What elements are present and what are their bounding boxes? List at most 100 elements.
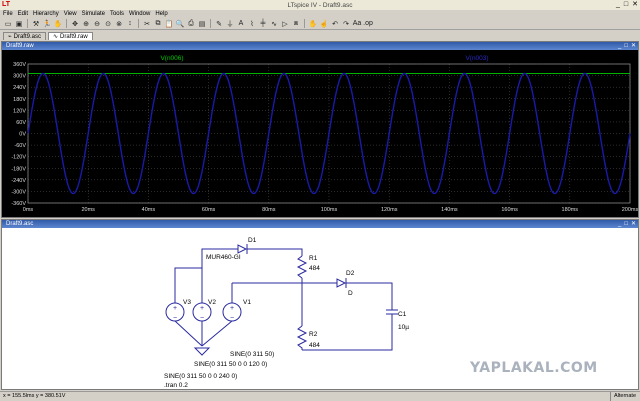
sch-close-button[interactable]: ✕ <box>631 220 636 228</box>
save-icon[interactable]: ▣ <box>14 19 24 29</box>
move-icon[interactable]: ✋ <box>308 19 318 29</box>
r1-value[interactable]: 484 <box>309 265 320 272</box>
wire[interactable] <box>201 248 238 253</box>
wire[interactable] <box>247 248 303 256</box>
window-title: LTspice IV - Draft9.asc <box>287 1 353 9</box>
spice-directive-icon[interactable]: .op <box>363 19 373 29</box>
menu-tools[interactable]: Tools <box>110 10 124 18</box>
pan-icon[interactable]: ✥ <box>70 19 80 29</box>
trace-label-v-n003[interactable]: V(n003) <box>465 55 488 62</box>
ground-icon[interactable] <box>193 347 211 356</box>
x-tick-label: 120ms <box>381 207 398 213</box>
schematic-icon: ⌁ <box>8 33 12 40</box>
y-tick-label: 300V <box>13 74 26 80</box>
inductor-icon[interactable]: ∿ <box>269 19 279 29</box>
waveform-plot[interactable]: 200ms 180ms 160ms 140ms 120ms 100ms 80ms 60ms 40… <box>2 50 638 217</box>
paste-icon[interactable]: 📋 <box>164 19 174 29</box>
diode-icon[interactable]: ▷ <box>280 19 290 29</box>
tab-draft9-raw[interactable]: ∿ Draft9.raw <box>47 32 93 40</box>
print-setup-icon[interactable]: ▤ <box>197 19 207 29</box>
y-tick-label: 240V <box>13 85 26 91</box>
v3-source-spec[interactable]: SINE(0 311 50 0 0 240 0) <box>164 373 237 380</box>
v2-label[interactable]: V2 <box>208 299 216 306</box>
sch-minimize-button[interactable]: _ <box>618 220 621 228</box>
tran-directive[interactable]: .tran 0.2 <box>164 382 188 389</box>
minus-sign: − <box>173 315 177 322</box>
capacitor-icon[interactable]: ╪ <box>258 19 268 29</box>
resistor-r2[interactable] <box>296 325 308 350</box>
text-icon[interactable]: Aa <box>352 19 362 29</box>
c1-value[interactable]: 10µ <box>398 324 409 331</box>
cursor-coordinates: x = 155.5lms y = 380.51V <box>3 393 66 399</box>
menu-file[interactable]: File <box>3 10 13 18</box>
run-icon[interactable]: 🏃 <box>42 19 52 29</box>
y-tick-label: 0V <box>19 132 26 138</box>
v3-label[interactable]: V3 <box>183 299 191 306</box>
ground-icon[interactable]: ⏚ <box>225 19 235 29</box>
tab-draft9-asc[interactable]: ⌁ Draft9.asc <box>3 32 46 40</box>
maximize-button[interactable]: □ <box>624 0 628 10</box>
minimize-button[interactable]: _ <box>616 0 620 10</box>
plot-maximize-button[interactable]: □ <box>624 42 628 50</box>
cut-icon[interactable]: ✂ <box>142 19 152 29</box>
redo-icon[interactable]: ↷ <box>341 19 351 29</box>
menu-bar: File Edit Hierarchy View Simulate Tools … <box>0 10 640 18</box>
menu-window[interactable]: Window <box>129 10 150 18</box>
print-icon[interactable]: ⎙ <box>186 19 196 29</box>
zoom-cancel-icon[interactable]: ⊗ <box>114 19 124 29</box>
wire[interactable] <box>174 267 202 303</box>
trace-label-v-n006[interactable]: V(n006) <box>160 55 183 62</box>
y-tick-label: 120V <box>13 108 26 114</box>
diode-d1[interactable] <box>237 244 248 254</box>
tab-label: Draft9.asc <box>13 33 41 40</box>
find-icon[interactable]: 🔍 <box>175 19 185 29</box>
menu-hierarchy[interactable]: Hierarchy <box>33 10 59 18</box>
c1-label[interactable]: C1 <box>398 311 407 318</box>
toolbar-separator <box>138 19 139 28</box>
v1-source-spec[interactable]: SINE(0 311 50) <box>230 351 274 358</box>
waveform-icon: ∿ <box>52 33 58 40</box>
close-button[interactable]: ✕ <box>632 0 638 10</box>
wire-icon[interactable]: ✎ <box>214 19 224 29</box>
wire[interactable] <box>174 320 233 347</box>
drag-icon[interactable]: ☝ <box>319 19 329 29</box>
zoom-out-icon[interactable]: ⊖ <box>92 19 102 29</box>
zoom-fit-icon[interactable]: ⊙ <box>103 19 113 29</box>
d2-label[interactable]: D2 <box>346 270 355 277</box>
undo-icon[interactable]: ↶ <box>330 19 340 29</box>
label-icon[interactable]: A <box>236 19 246 29</box>
v1-label[interactable]: V1 <box>243 299 251 306</box>
plot-close-button[interactable]: ✕ <box>631 42 636 50</box>
open-icon[interactable]: ▭ <box>3 19 13 29</box>
capacitor-c1[interactable] <box>386 309 398 315</box>
menu-help[interactable]: Help <box>155 10 167 18</box>
copy-icon[interactable]: ⧉ <box>153 19 163 29</box>
halt-icon[interactable]: ✋ <box>53 19 63 29</box>
menu-view[interactable]: View <box>64 10 77 18</box>
resistor-icon[interactable]: ⌇ <box>247 19 257 29</box>
component-icon[interactable]: ⧈ <box>291 19 301 29</box>
v2-source-spec[interactable]: SINE(0 311 50 0 0 120 0) <box>194 361 267 368</box>
wire[interactable] <box>346 282 393 310</box>
title-bar: LT LTspice IV - Draft9.asc _ □ ✕ <box>0 0 640 10</box>
sch-maximize-button[interactable]: □ <box>624 220 628 228</box>
autorange-icon[interactable]: ↕ <box>125 19 135 29</box>
watermark-text: YAPLAKAL.COM <box>470 360 598 376</box>
r2-value[interactable]: 484 <box>309 342 320 349</box>
control-panel-icon[interactable]: ⚒ <box>31 19 41 29</box>
d1-label[interactable]: D1 <box>248 237 257 244</box>
plot-minimize-button[interactable]: _ <box>618 42 621 50</box>
toolbar-separator <box>27 19 28 28</box>
zoom-in-icon[interactable]: ⊕ <box>81 19 91 29</box>
resistor-r1[interactable] <box>296 255 308 279</box>
r1-label[interactable]: R1 <box>309 255 318 262</box>
r2-label[interactable]: R2 <box>309 331 318 338</box>
d2-model[interactable]: D <box>348 290 353 297</box>
diode-d2[interactable] <box>336 278 347 288</box>
waveform-window: Draft9.raw _ □ ✕ 200ms 180ms 160ms 140ms 120… <box>1 41 639 218</box>
d1-model[interactable]: MUR460-GI <box>206 254 241 261</box>
menu-simulate[interactable]: Simulate <box>82 10 105 18</box>
menu-edit[interactable]: Edit <box>18 10 28 18</box>
x-tick-label: 200ms <box>622 207 638 213</box>
x-tick-label: 20ms <box>81 207 95 213</box>
